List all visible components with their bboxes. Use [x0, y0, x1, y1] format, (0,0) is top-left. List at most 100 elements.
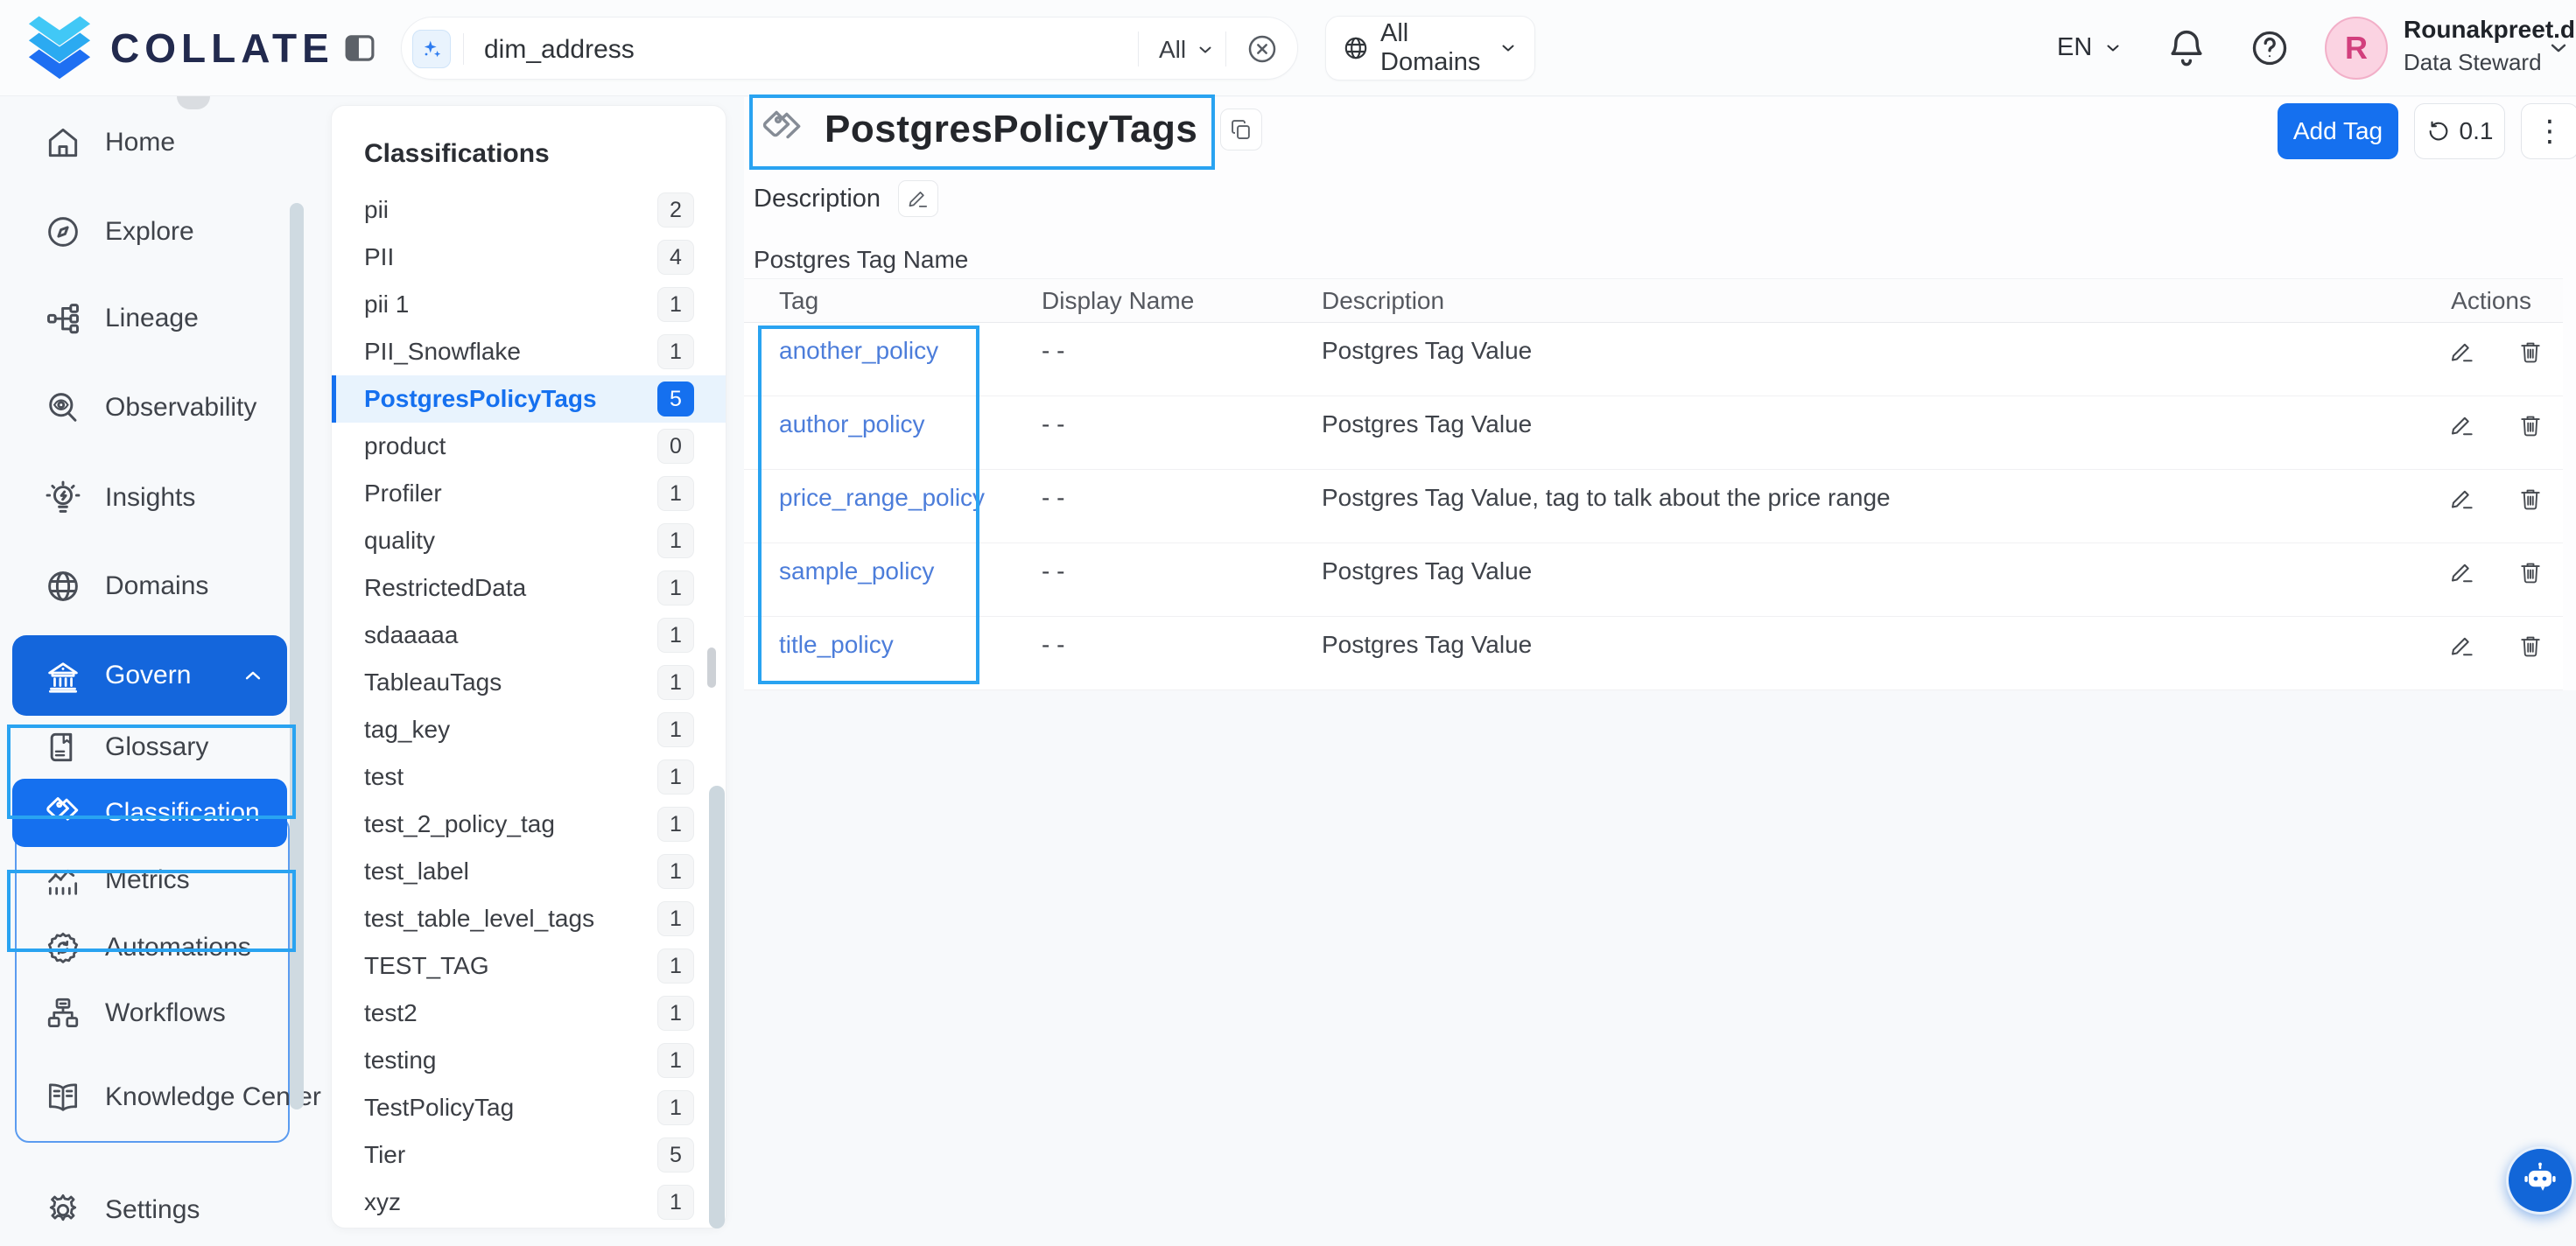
- delete-icon[interactable]: [2517, 412, 2544, 438]
- classification-list-item[interactable]: xyz 1: [332, 1179, 726, 1226]
- clear-search-icon[interactable]: [1245, 32, 1280, 66]
- sidebar-item-lineage[interactable]: Lineage: [12, 292, 287, 345]
- classification-name[interactable]: Tier: [364, 1141, 657, 1169]
- sidebar-item-govern[interactable]: Govern: [12, 635, 287, 716]
- classification-name[interactable]: Profiler: [364, 480, 657, 508]
- version-button[interactable]: 0.1: [2414, 103, 2505, 159]
- classification-name[interactable]: xyz: [364, 1188, 657, 1216]
- classification-name[interactable]: test_table_level_tags: [364, 905, 657, 933]
- tag-link[interactable]: sample_policy: [779, 557, 934, 584]
- classification-list-item[interactable]: quality 1: [332, 517, 726, 564]
- sidebar-item-settings[interactable]: Settings: [12, 1184, 287, 1236]
- search-divider: [1138, 32, 1139, 66]
- classification-name[interactable]: pii 1: [364, 290, 657, 318]
- classification-list-item[interactable]: TableauTags 1: [332, 659, 726, 706]
- classifications-scrollbar[interactable]: [709, 786, 725, 1228]
- classification-name[interactable]: PostgresPolicyTags: [364, 385, 657, 413]
- copy-icon[interactable]: [1220, 108, 1262, 150]
- classification-list-item[interactable]: test_label 1: [332, 848, 726, 895]
- sidebar-item-home[interactable]: Home: [12, 116, 287, 169]
- classification-list-item[interactable]: product 0: [332, 423, 726, 470]
- classification-name[interactable]: testing: [364, 1046, 657, 1074]
- classification-name[interactable]: TestPolicyTag: [364, 1094, 657, 1122]
- classification-list-item[interactable]: test_table_level_tags 1: [332, 895, 726, 942]
- sidebar-item-glossary[interactable]: Glossary: [12, 721, 287, 774]
- classification-list-item[interactable]: Tier 5: [332, 1131, 726, 1179]
- classification-name[interactable]: TEST_TAG: [364, 952, 657, 980]
- classification-list-item[interactable]: test_2_policy_tag 1: [332, 801, 726, 848]
- classification-name[interactable]: tag_key: [364, 716, 657, 744]
- classification-name[interactable]: PII: [364, 243, 657, 271]
- classification-list-item[interactable]: Profiler 1: [332, 470, 726, 517]
- edit-icon[interactable]: [2449, 559, 2475, 585]
- search-input[interactable]: dim_address: [484, 35, 635, 65]
- domains-label: All Domains: [1380, 19, 1487, 77]
- help-icon[interactable]: [2248, 24, 2295, 72]
- sidebar-scrollbar[interactable]: [290, 203, 304, 1110]
- tag-link[interactable]: price_range_policy: [779, 484, 985, 511]
- metrics-chart-icon: [44, 861, 82, 900]
- edit-icon[interactable]: [2449, 339, 2475, 365]
- classification-list-item[interactable]: pii 2: [332, 186, 726, 234]
- delete-icon[interactable]: [2517, 633, 2544, 659]
- delete-icon[interactable]: [2517, 486, 2544, 512]
- sidebar-item-knowledge-center[interactable]: Knowledge Center: [12, 1071, 287, 1124]
- search-filter-dropdown[interactable]: All: [1159, 36, 1216, 64]
- tag-link[interactable]: author_policy: [779, 410, 925, 438]
- classification-list-item[interactable]: test 1: [332, 753, 726, 801]
- edit-icon[interactable]: [2449, 486, 2475, 512]
- classification-list-item[interactable]: pii 1 1: [332, 281, 726, 328]
- edit-icon[interactable]: [2449, 633, 2475, 659]
- classification-list-item[interactable]: test2 1: [332, 990, 726, 1037]
- delete-icon[interactable]: [2517, 339, 2544, 365]
- sidebar-item-workflows[interactable]: Workflows: [12, 987, 287, 1040]
- more-options-button[interactable]: ⋮: [2521, 103, 2576, 159]
- sidebar-item-classification[interactable]: Classification: [12, 779, 287, 847]
- classification-list-item[interactable]: PII 4: [332, 234, 726, 281]
- tag-link[interactable]: another_policy: [779, 337, 938, 364]
- classifications-scrollbar-thumb[interactable]: [707, 648, 716, 688]
- ai-sparkles-icon[interactable]: [412, 30, 451, 68]
- chevron-down-icon: [1195, 39, 1216, 60]
- classification-name[interactable]: RestrictedData: [364, 574, 657, 602]
- classification-name[interactable]: TableauTags: [364, 668, 657, 696]
- sidebar-collapse-icon[interactable]: [341, 30, 378, 66]
- classification-name[interactable]: sdaaaaa: [364, 621, 657, 649]
- classification-name[interactable]: pii: [364, 196, 657, 224]
- domains-dropdown[interactable]: All Domains: [1325, 16, 1535, 80]
- classification-name[interactable]: test: [364, 763, 657, 791]
- classification-list-item[interactable]: RestrictedData 1: [332, 564, 726, 612]
- tag-link[interactable]: title_policy: [779, 631, 894, 658]
- edit-icon[interactable]: [2449, 412, 2475, 438]
- sidebar-item-explore[interactable]: Explore: [12, 206, 287, 258]
- sidebar-item-observability[interactable]: Observability: [12, 382, 287, 434]
- classification-name[interactable]: PII_Snowflake: [364, 338, 657, 366]
- user-menu-chevron-icon[interactable]: [2545, 35, 2572, 61]
- classification-name[interactable]: test_label: [364, 858, 657, 886]
- sidebar-item-domains[interactable]: Domains: [12, 560, 287, 612]
- add-tag-button[interactable]: Add Tag: [2278, 103, 2398, 159]
- language-dropdown[interactable]: EN: [2057, 33, 2123, 62]
- global-search-bar[interactable]: dim_address All: [401, 17, 1298, 80]
- edit-description-icon[interactable]: [898, 180, 938, 217]
- classification-name[interactable]: quality: [364, 527, 657, 555]
- gear-icon: [44, 1191, 82, 1229]
- classification-name[interactable]: product: [364, 432, 657, 460]
- sidebar-item-automations[interactable]: Automations: [12, 921, 287, 974]
- chat-assistant-button[interactable]: [2506, 1146, 2574, 1214]
- sidebar-item-metrics[interactable]: Metrics: [12, 854, 287, 906]
- sidebar-item-insights[interactable]: Insights: [12, 472, 287, 524]
- app-logo[interactable]: COLLATE: [23, 15, 334, 81]
- classification-list-item[interactable]: TestPolicyTag 1: [332, 1084, 726, 1131]
- classification-list-item[interactable]: testing 1: [332, 1037, 726, 1084]
- classification-list-item[interactable]: sdaaaaa 1: [332, 612, 726, 659]
- classification-list-item[interactable]: TEST_TAG 1: [332, 942, 726, 990]
- user-avatar[interactable]: R: [2325, 17, 2388, 80]
- delete-icon[interactable]: [2517, 559, 2544, 585]
- classification-list-item[interactable]: tag_key 1: [332, 706, 726, 753]
- notifications-bell-icon[interactable]: [2164, 24, 2211, 72]
- classification-name[interactable]: test_2_policy_tag: [364, 810, 657, 838]
- classification-name[interactable]: test2: [364, 999, 657, 1027]
- classification-list-item[interactable]: PostgresPolicyTags 5: [332, 375, 726, 423]
- classification-list-item[interactable]: PII_Snowflake 1: [332, 328, 726, 375]
